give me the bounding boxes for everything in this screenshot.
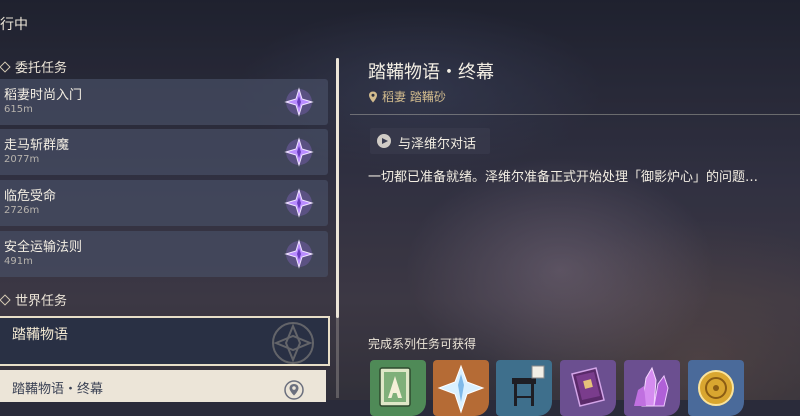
reward-item[interactable] [624, 360, 680, 416]
commission-quest-icon [284, 87, 314, 117]
quest-name: 稻妻时尚入门 [4, 88, 83, 103]
quest-location-text: 稻妻 踏鞴砂 [382, 90, 446, 104]
world-category-label: 世界任务 [15, 294, 68, 309]
location-pin-icon[interactable] [284, 380, 304, 400]
quest-distance: 615m [4, 104, 33, 115]
location-marker-icon [369, 91, 377, 102]
quest-item[interactable]: 走马斩群魔 2077m [0, 129, 328, 175]
quest-distance: 491m [4, 256, 33, 267]
commission-category[interactable]: 委托任务 [0, 57, 67, 76]
primogem-icon [437, 364, 485, 414]
commission-quest-icon [284, 239, 314, 269]
reward-item[interactable] [688, 360, 744, 416]
rewards-label: 完成系列任务可获得 [368, 337, 477, 351]
world-category[interactable]: 世界任务 [0, 290, 67, 309]
reward-item[interactable] [370, 360, 426, 416]
quest-emblem-icon [272, 322, 314, 364]
quest-name: 走马斩群魔 [4, 138, 70, 153]
quest-name: 安全运输法则 [4, 240, 83, 255]
mora-coin-icon [698, 370, 734, 406]
crystal-ore-icon [634, 366, 669, 407]
purple-book-icon [571, 367, 605, 407]
quest-distance: 2726m [4, 205, 40, 216]
quest-list-scrollbar-thumb[interactable] [336, 58, 339, 318]
reward-item[interactable] [433, 360, 489, 416]
book-item-icon [379, 367, 411, 407]
furniture-stool-icon [512, 365, 545, 406]
quest-description: 一切都已准备就绪。泽维尔准备正式开始处理「御影炉心」的问题… [368, 170, 759, 185]
current-step[interactable]: 与泽维尔对话 [370, 128, 490, 154]
play-icon [377, 134, 391, 148]
category-diamond-icon [0, 60, 11, 73]
detail-divider [350, 114, 800, 115]
reward-item[interactable] [496, 360, 552, 416]
current-step-label: 与泽维尔对话 [398, 137, 477, 152]
commission-quest-icon [284, 188, 314, 218]
quest-item[interactable]: 临危受命 2726m [0, 180, 328, 226]
quest-item[interactable]: 安全运输法则 491m [0, 231, 328, 277]
selected-world-quest[interactable]: 踏鞴物语 [0, 316, 330, 366]
category-diamond-icon [0, 293, 11, 306]
quest-location: 稻妻 踏鞴砂 [368, 88, 446, 105]
quest-distance: 2077m [4, 154, 40, 165]
quest-name: 临危受命 [4, 189, 57, 204]
selected-quest-name: 踏鞴物语 [12, 327, 68, 343]
commission-category-label: 委托任务 [15, 61, 68, 76]
quest-item[interactable]: 稻妻时尚入门 615m [0, 79, 328, 125]
sub-quest-item[interactable]: 踏鞴物语・终幕 [0, 370, 326, 402]
commission-quest-icon [284, 137, 314, 167]
quest-detail-title: 踏鞴物语・终幕 [368, 62, 494, 83]
in-progress-header: 行中 [0, 17, 28, 33]
sub-quest-name: 踏鞴物语・终幕 [12, 382, 104, 397]
reward-item[interactable] [560, 360, 616, 416]
